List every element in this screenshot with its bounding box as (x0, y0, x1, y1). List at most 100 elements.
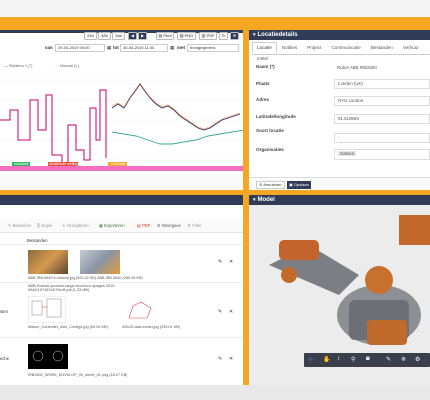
organisation-tag[interactable]: Gatsen (338, 151, 357, 156)
files-column-header: Bestanden (27, 238, 48, 243)
tab-notities[interactable]: Notities (277, 42, 302, 53)
file-name[interactable]: Motion_Controller_Axis_Config4.jpg (63.2… (28, 325, 108, 329)
export-button[interactable]: ▦ Exporteren (99, 223, 125, 228)
file-name[interactable]: ABB-Robotic-product-range-brochure-4page… (28, 284, 120, 292)
camera-icon[interactable]: ◙ (366, 356, 370, 362)
copy-button[interactable]: ⎘ Kopie (37, 223, 52, 228)
series-wave-dark (111, 83, 241, 131)
delete-button[interactable]: ✕ Verwijderen (62, 223, 89, 228)
png-label: PNG (184, 33, 194, 38)
edit-button[interactable]: ✎ Bewerken (8, 223, 31, 228)
thumbnail-image[interactable] (80, 250, 120, 274)
chevron-down-icon[interactable]: ▾ (253, 197, 256, 203)
measure-icon[interactable]: ✎ (386, 356, 391, 363)
chart-panel: 24h 48h 1wk ◀ ▶ ▤ Print ▨ PNG ▥ PDF ↻ ⚙ … (0, 30, 245, 190)
tab-locatie[interactable]: Locatie (252, 42, 277, 53)
organisations-tags[interactable]: Gatsen (334, 149, 430, 160)
table-row[interactable]: eche IRB2600_WORK_ENVELOP_00_sheet_01.pn… (0, 337, 243, 383)
range-24h-button[interactable]: 24h (84, 32, 97, 40)
viewer-toolbar: ⊹ ✋ ↕ ⚲ ◙ ✎ ❈ ⚙ (304, 353, 430, 367)
legend-label: Relation Y [°] (9, 63, 33, 68)
pdf-export-button[interactable]: ▥ PDF (199, 32, 217, 40)
orbit-icon[interactable]: ⊹ (308, 356, 313, 363)
diagram-thumbnail[interactable] (28, 296, 66, 323)
close-icon[interactable]: ✕ (229, 309, 233, 315)
move-vertical-icon[interactable]: ↕ (337, 356, 340, 362)
prev-period-button[interactable]: ◀ (128, 32, 137, 40)
tab-verhuur[interactable]: Verhuur (398, 42, 424, 53)
explode-icon[interactable]: ❈ (401, 356, 406, 363)
table-row[interactable]: sten ABB-Robotic-product-range-brochure-… (0, 282, 243, 337)
attachments-panel: ✎ Bewerken ⎘ Kopie ✕ Verwijderen ▦ Expor… (0, 195, 245, 385)
print-button[interactable]: ▤ Print (156, 32, 174, 40)
tabs-divider (252, 54, 430, 55)
view-label: Weergave (161, 223, 181, 228)
next-period-button[interactable]: ▶ (138, 32, 147, 40)
legend-label: Manual [L] (60, 63, 79, 68)
location-footer: ⊘ Annuleren ▣ Opslaan (249, 177, 430, 190)
envelope-graphic (32, 350, 64, 362)
with-label: met (177, 45, 186, 50)
save-button[interactable]: ▣ Opslaan (287, 181, 311, 189)
legend-item-1[interactable]: — Relation Y [°] (4, 63, 32, 68)
cancel-button[interactable]: ⊘ Annuleren (256, 181, 285, 189)
close-icon[interactable]: ✕ (229, 356, 233, 362)
city-input[interactable]: Londen (UK) (334, 79, 430, 89)
address-input[interactable]: NYU London (334, 96, 430, 106)
name-input[interactable]: Robot ABB IRB2600 (334, 64, 430, 74)
tab-bestanden[interactable]: Bestanden (366, 42, 398, 53)
range-1wk-button[interactable]: 1wk (112, 32, 125, 40)
person-icon[interactable]: ⚲ (351, 356, 355, 363)
refresh-button[interactable]: ↻ (219, 32, 228, 40)
close-icon[interactable]: ✕ (229, 259, 233, 265)
refresh-icon: ↻ (221, 33, 226, 38)
source-select[interactable]: brongegevens (187, 44, 239, 52)
calendar-icon[interactable]: ▦ (170, 45, 174, 51)
latitude-input[interactable]: 51.519869 (334, 114, 430, 124)
print-label: Print (163, 33, 172, 38)
pdf-button[interactable]: ▤ PDF (137, 223, 151, 228)
field-label-plaats: Plaats (256, 81, 270, 86)
pdf-label: PDF (142, 223, 151, 228)
top-strip (0, 17, 430, 30)
file-name[interactable]: IRB2600_WORK_ENVELOP_00_sheet_01.png (18… (28, 373, 127, 377)
table-row[interactable]: ABB IRB 6640 in factory.jpg (523.32 KB) … (0, 244, 243, 282)
file-name[interactable]: 4N120-wall-model.jpg (239.01 KB) (122, 325, 180, 329)
copy-label: Kopie (41, 223, 53, 228)
settings-icon[interactable]: ⚙ (415, 356, 420, 363)
filter-button[interactable]: ▼ Filter (187, 223, 202, 228)
tab-communicatie[interactable]: Communicatie (326, 42, 365, 53)
date-filter-row: van 29-04-2019 00:00 ▦ tot 30-04-2019 11… (0, 44, 243, 52)
pencil-icon[interactable]: ✎ (218, 259, 222, 265)
row-label-truncated: eche (0, 356, 10, 361)
calendar-icon[interactable]: ▦ (107, 45, 111, 51)
series-relation-y (0, 89, 107, 166)
settings-button[interactable]: ⚙ (230, 32, 239, 40)
event-band (0, 166, 243, 171)
pencil-icon[interactable]: ✎ (218, 309, 222, 315)
field-label-latlng: Latitude/longitude (256, 114, 296, 119)
time-series-chart[interactable] (0, 70, 245, 188)
file-name[interactable]: ABB IRB 6640 in factory.jpg (523.32 KB) … (28, 276, 143, 280)
location-panel-title: Locatiedetails (257, 32, 298, 38)
pan-hand-icon[interactable]: ✋ (323, 356, 330, 363)
thumbnail-image[interactable] (28, 344, 68, 369)
chart-grid (0, 79, 243, 161)
save-label: Opslaan (293, 182, 309, 187)
tab-project[interactable]: Project (302, 42, 326, 53)
png-export-button[interactable]: ▨ PNG (177, 32, 196, 40)
legend-item-2[interactable]: — Manual [L] (55, 63, 79, 68)
location-type-select[interactable]: - (334, 133, 430, 143)
pencil-icon[interactable]: ✎ (218, 356, 222, 362)
chevron-down-icon[interactable]: ▾ (253, 32, 256, 38)
to-date-input[interactable]: 30-04-2019 11:00 (120, 44, 168, 52)
row-label-truncated: sten (0, 309, 8, 314)
thumbnail-image[interactable] (28, 250, 68, 274)
view-button[interactable]: ⚙ Weergave (157, 223, 181, 228)
from-date-input[interactable]: 29-04-2019 00:00 (55, 44, 105, 52)
x-axis-ticks (0, 174, 243, 188)
drawing-thumbnail[interactable] (123, 296, 161, 323)
attachments-panel-header (0, 195, 243, 205)
range-48h-button[interactable]: 48h (98, 32, 111, 40)
series-wave-teal (111, 129, 243, 145)
